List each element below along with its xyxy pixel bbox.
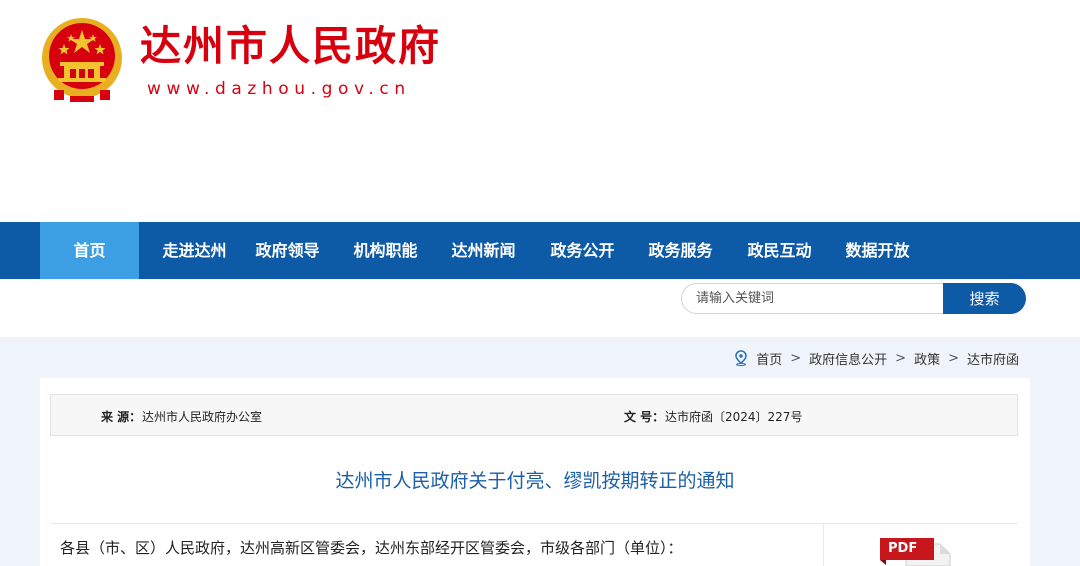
nav-item-home[interactable]: 首页	[40, 222, 139, 279]
nav-item-open-data[interactable]: 数据开放	[835, 222, 920, 279]
search-area: 搜索	[0, 279, 1080, 337]
main-nav: 首页 走进达州 政府领导 机构职能 达州新闻 政务公开 政务服务 政民互动 数据…	[0, 222, 1080, 279]
nav-item-functions[interactable]: 机构职能	[343, 222, 428, 279]
location-pin-icon	[735, 350, 747, 366]
breadcrumb-policy[interactable]: 政策	[914, 349, 940, 368]
breadcrumb-category[interactable]: 达市府函	[967, 349, 1019, 368]
doc-number-value: 达市府函〔2024〕227号	[665, 410, 803, 424]
search-button[interactable]: 搜索	[943, 283, 1026, 314]
source-label: 来 源：	[101, 410, 142, 424]
nav-item-leaders[interactable]: 政府领导	[245, 222, 330, 279]
nav-item-gov-service[interactable]: 政务服务	[638, 222, 723, 279]
nav-item-interaction[interactable]: 政民互动	[737, 222, 822, 279]
breadcrumb-info-public[interactable]: 政府信息公开	[809, 349, 887, 368]
pdf-download-icon[interactable]: PDF	[880, 538, 960, 566]
article-meta: 来 源： 达州市人民政府办公室 文 号： 达市府函〔2024〕227号	[50, 394, 1018, 436]
breadcrumb-separator: >	[895, 350, 907, 366]
breadcrumb-home[interactable]: 首页	[756, 349, 782, 368]
article-panel: 来 源： 达州市人民政府办公室 文 号： 达市府函〔2024〕227号 达州市人…	[40, 378, 1030, 566]
national-emblem-icon	[42, 18, 122, 102]
article-title: 达州市人民政府关于付亮、缪凯按期转正的通知	[335, 470, 735, 492]
site-title: 达州市人民政府	[140, 22, 441, 70]
nav-item-gov-affairs[interactable]: 政务公开	[540, 222, 625, 279]
search-input[interactable]	[681, 283, 951, 314]
breadcrumb: 首页 > 政府信息公开 > 政策 > 达市府函	[734, 348, 1019, 368]
divider	[823, 524, 824, 566]
nav-item-news[interactable]: 达州新闻	[441, 222, 526, 279]
doc-number-label: 文 号：	[624, 410, 665, 424]
nav-item-about[interactable]: 走进达州	[152, 222, 237, 279]
divider	[50, 523, 1018, 524]
article-body-first-line: 各县（市、区）人民政府，达州高新区管委会，达州东部经开区管委会，市级各部门（单位…	[60, 539, 683, 557]
breadcrumb-separator: >	[948, 350, 959, 366]
site-url: www.dazhou.gov.cn	[147, 79, 411, 99]
pdf-label: PDF	[888, 541, 918, 556]
breadcrumb-separator: >	[790, 350, 802, 366]
source-value: 达州市人民政府办公室	[142, 410, 263, 424]
site-header: 达州市人民政府 www.dazhou.gov.cn	[0, 0, 1080, 222]
